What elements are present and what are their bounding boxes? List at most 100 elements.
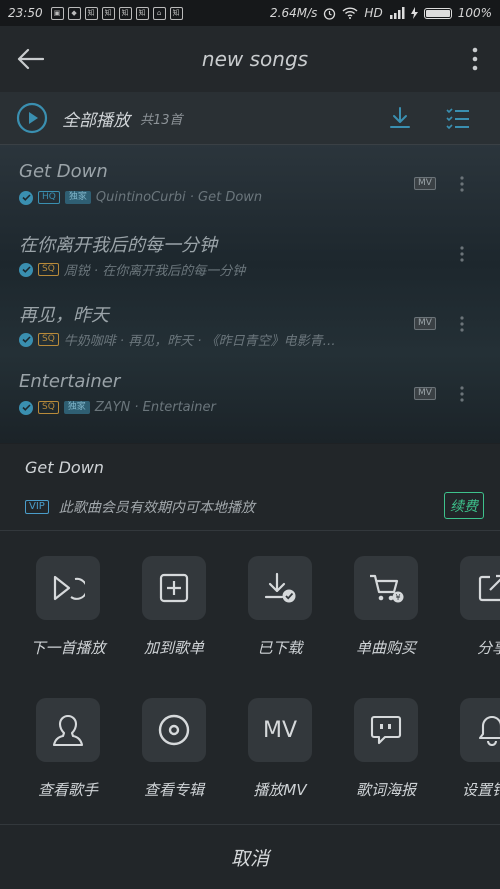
song-name: Get Down [19, 161, 108, 182]
divider [0, 530, 500, 531]
cart-icon: ¥ [354, 556, 418, 620]
downloaded-check-icon [19, 262, 33, 277]
song-meta: HQ 独家 QuintinoCurbi · Get Down [19, 190, 262, 205]
lyric-poster-button[interactable]: 歌词海报 [338, 698, 434, 800]
song-name: 再见，昨天 [19, 305, 109, 326]
action-label: 设置铃声 [461, 781, 500, 799]
set-ringtone-button[interactable]: 设置铃声 [444, 698, 500, 800]
notification-icon: 知 [101, 6, 115, 20]
renew-button[interactable]: 续费 [444, 492, 484, 519]
back-button[interactable] [0, 26, 60, 92]
downloaded-check-icon [19, 400, 33, 415]
song-artist-album: ZAYN · Entertainer [94, 400, 216, 415]
notification-icon: ⌂ [152, 6, 166, 20]
bell-icon [460, 698, 500, 762]
action-label: 加到歌单 [143, 639, 204, 657]
song-meta: SQ 周锐 · 在你离开我后的每一分钟 [19, 260, 245, 279]
song-meta: SQ 牛奶咖啡 · 再见，昨天 · 《昨日青空》电影青… [19, 330, 336, 349]
view-singer-button[interactable]: 查看歌手 [20, 698, 116, 800]
view-album-button[interactable]: 查看专辑 [126, 698, 222, 800]
network-speed: 2.64M/s [270, 6, 318, 20]
action-label: 播放MV [253, 781, 307, 799]
notification-icon: ▣ [50, 6, 64, 20]
signal-icon [389, 7, 405, 19]
action-label: 歌词海报 [355, 781, 416, 799]
notification-icon: 知 [135, 6, 149, 20]
song-name: 在你离开我后的每一分钟 [19, 235, 217, 256]
downloaded-check-icon [19, 190, 33, 205]
mv-badge[interactable]: MV [414, 387, 436, 400]
app-bar: new songs [0, 26, 500, 92]
downloaded-check-icon [19, 332, 33, 347]
play-next-button[interactable]: 下一首播放 [20, 556, 116, 658]
more-options-button[interactable] [450, 26, 500, 92]
alarm-icon [324, 7, 336, 20]
mv-icon: MV [248, 698, 312, 762]
notification-icon: ◆ [67, 6, 81, 20]
song-list: Get Down HQ 独家 QuintinoCurbi · Get Down … [0, 145, 500, 443]
play-next-icon [36, 556, 100, 620]
action-label: 单曲购买 [355, 639, 416, 657]
multi-select-button[interactable] [446, 107, 470, 129]
play-all-button[interactable] [16, 102, 48, 134]
downloaded-icon [248, 556, 312, 620]
cancel-button[interactable]: 取消 [0, 824, 500, 889]
more-vertical-icon[interactable] [458, 385, 466, 403]
charging-icon [410, 7, 418, 19]
action-label: 查看专辑 [143, 781, 204, 799]
downloaded-button[interactable]: 已下载 [232, 556, 328, 658]
share-button[interactable]: 分享 [444, 556, 500, 658]
more-vertical-icon[interactable] [458, 245, 466, 263]
share-icon [460, 556, 500, 620]
network-type: HD [364, 6, 383, 20]
add-to-playlist-icon [142, 556, 206, 620]
list-item[interactable]: Entertainer SQ 独家 ZAYN · Entertainer MV [0, 355, 500, 425]
page-title: new songs [201, 47, 309, 71]
song-artist-album: 周锐 · 在你离开我后的每一分钟 [63, 264, 246, 279]
song-name: Entertainer [19, 371, 121, 392]
notification-icons: ▣ ◆ 知 知 知 知 ⌂ 知 [50, 6, 183, 20]
arrow-left-icon [17, 48, 44, 70]
notification-icon: 知 [169, 6, 183, 20]
mv-tile-text: MV [262, 717, 298, 743]
singer-icon [36, 698, 100, 762]
exclusive-badge: 独家 [63, 401, 90, 414]
battery-level: 100% [457, 6, 492, 20]
status-bar: 23:50 ▣ ◆ 知 知 知 知 ⌂ 知 2.64M/s HD 100% [0, 0, 500, 26]
add-to-playlist-button[interactable]: 加到歌单 [126, 556, 222, 658]
play-mv-button[interactable]: MV 播放MV [232, 698, 328, 800]
list-item[interactable]: 在你离开我后的每一分钟 SQ 周锐 · 在你离开我后的每一分钟 [0, 215, 500, 285]
quality-badge: HQ [38, 191, 60, 204]
download-all-button[interactable] [388, 106, 412, 130]
exclusive-badge: 独家 [64, 191, 91, 204]
list-item[interactable]: Get Down HQ 独家 QuintinoCurbi · Get Down … [0, 145, 500, 215]
vip-notice-row: VIP 此歌曲会员有效期内可本地播放 [25, 497, 255, 517]
list-item[interactable]: 再见，昨天 SQ 牛奶咖啡 · 再见，昨天 · 《昨日青空》电影青… MV [0, 285, 500, 355]
vip-badge: VIP [25, 500, 49, 514]
song-action-sheet: Get Down VIP 此歌曲会员有效期内可本地播放 续费 下一首播放 加到歌… [0, 444, 500, 889]
svg-text:¥: ¥ [395, 593, 400, 602]
album-icon [142, 698, 206, 762]
song-artist-album: 牛奶咖啡 · 再见，昨天 · 《昨日青空》电影青… [63, 334, 336, 349]
notification-icon: 知 [118, 6, 132, 20]
more-vertical-icon [472, 47, 478, 71]
song-meta: SQ 独家 ZAYN · Entertainer [19, 400, 216, 415]
notification-icon: 知 [84, 6, 98, 20]
status-right: 2.64M/s HD 100% [270, 6, 492, 20]
mv-badge[interactable]: MV [414, 317, 436, 330]
action-label: 下一首播放 [30, 639, 106, 657]
song-artist-album: QuintinoCurbi · Get Down [95, 190, 263, 205]
quality-badge: SQ [38, 333, 59, 346]
vip-notice: 此歌曲会员有效期内可本地播放 [58, 500, 255, 516]
play-all-bar: 全部播放 共13首 [0, 92, 500, 145]
sheet-song-title: Get Down [25, 458, 104, 477]
buy-single-button[interactable]: ¥ 单曲购买 [338, 556, 434, 658]
mv-badge[interactable]: MV [414, 177, 436, 190]
song-count: 共13首 [140, 112, 183, 128]
wifi-icon [342, 7, 358, 19]
play-all-label[interactable]: 全部播放 [62, 106, 130, 131]
more-vertical-icon[interactable] [458, 315, 466, 333]
battery-icon [423, 7, 452, 19]
quality-badge: SQ [38, 401, 59, 414]
more-vertical-icon[interactable] [458, 175, 466, 193]
